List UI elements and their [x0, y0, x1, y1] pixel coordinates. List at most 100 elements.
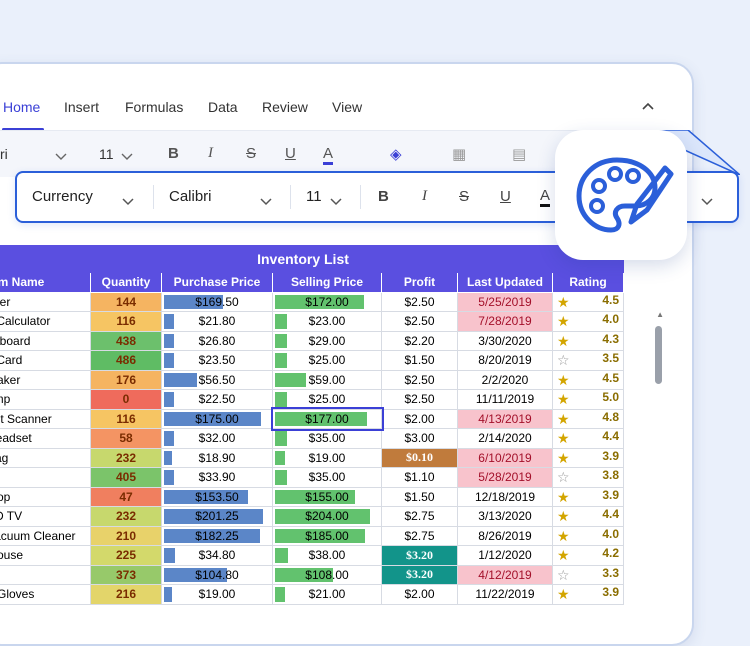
merge-cells-icon[interactable]: ▤	[512, 145, 526, 163]
cell-purchase-price[interactable]: $22.50	[161, 389, 273, 410]
font-name-dropdown[interactable]: ri	[0, 146, 8, 162]
cell-selling-price[interactable]: $21.00	[272, 584, 382, 605]
cell-quantity[interactable]: 116	[90, 311, 162, 332]
cell-quantity[interactable]: 216	[90, 584, 162, 605]
cell-quantity[interactable]: 58	[90, 428, 162, 449]
tab-formulas[interactable]: Formulas	[125, 99, 183, 115]
cell-selling-price[interactable]: $204.00	[272, 506, 382, 527]
cell-quantity[interactable]: 486	[90, 350, 162, 371]
cell-purchase-price[interactable]: $201.25	[161, 506, 273, 527]
chevron-down-icon[interactable]	[55, 148, 67, 166]
strikethrough-icon[interactable]: S	[246, 145, 256, 162]
cell-quantity[interactable]: 232	[90, 447, 162, 468]
cell-item-name[interactable]: Mop	[0, 486, 91, 507]
cell-rating[interactable]: ★ 4.0	[552, 525, 624, 546]
tab-review[interactable]: Review	[262, 99, 308, 115]
cell-quantity[interactable]: 225	[90, 545, 162, 566]
cell-item-name[interactable]: Maker	[0, 369, 91, 390]
cell-purchase-price[interactable]: $32.00	[161, 428, 273, 449]
cell-quantity[interactable]: 232	[90, 506, 162, 527]
cell-purchase-price[interactable]: $104.80	[161, 564, 273, 585]
cell-rating[interactable]: ★ 5.0	[552, 389, 624, 410]
cell-quantity[interactable]: 176	[90, 369, 162, 390]
cell-purchase-price[interactable]: $33.90	[161, 467, 273, 488]
cell-profit[interactable]: $2.00	[381, 408, 458, 429]
cell-profit[interactable]: $2.50	[381, 389, 458, 410]
cell-selling-price[interactable]: $25.00	[272, 350, 382, 371]
cell-rating[interactable]: ★ 4.8	[552, 408, 624, 429]
cell-last-updated[interactable]: 1/12/2020	[457, 545, 553, 566]
font-name-dropdown[interactable]: Calibri	[169, 188, 212, 205]
cell-rating[interactable]: ★ 4.5	[552, 291, 624, 312]
cell-item-name[interactable]: Mouse	[0, 545, 91, 566]
cell-last-updated[interactable]: 5/25/2019	[457, 291, 553, 312]
cell-purchase-price[interactable]: $19.00	[161, 584, 273, 605]
strikethrough-icon[interactable]: S	[459, 188, 469, 205]
borders-icon[interactable]: ▦	[452, 145, 466, 163]
cell-profit[interactable]: $1.50	[381, 486, 458, 507]
cell-item-name[interactable]: Vacuum Cleaner	[0, 525, 91, 546]
cell-profit[interactable]: $2.50	[381, 369, 458, 390]
chevron-down-icon[interactable]	[330, 193, 342, 211]
cell-last-updated[interactable]: 6/10/2019	[457, 447, 553, 468]
cell-item-name[interactable]: y Card	[0, 350, 91, 371]
cell-profit[interactable]: $2.50	[381, 291, 458, 312]
cell-selling-price[interactable]: $19.00	[272, 447, 382, 468]
italic-icon[interactable]: I	[422, 188, 427, 205]
cell-selling-price[interactable]: $29.00	[272, 330, 382, 351]
cell-last-updated[interactable]: 3/30/2020	[457, 330, 553, 351]
cell-selling-price[interactable]: $35.00	[272, 467, 382, 488]
cell-last-updated[interactable]: 5/28/2019	[457, 467, 553, 488]
font-color-icon[interactable]: A	[323, 145, 334, 165]
cell-item-name[interactable]: Headset	[0, 428, 91, 449]
scroll-up-icon[interactable]: ▲	[656, 310, 664, 319]
cell-last-updated[interactable]: 8/20/2019	[457, 350, 553, 371]
cell-purchase-price[interactable]: $21.80	[161, 311, 273, 332]
cell-profit[interactable]: $3.00	[381, 428, 458, 449]
cell-selling-price[interactable]: $38.00	[272, 545, 382, 566]
cell-item-name[interactable]: amp	[0, 389, 91, 410]
cell-item-name[interactable]: c Calculator	[0, 311, 91, 332]
chevron-down-icon[interactable]	[122, 193, 134, 211]
cell-item-name[interactable]: inter	[0, 291, 91, 312]
cell-quantity[interactable]: 116	[90, 408, 162, 429]
cell-quantity[interactable]: 210	[90, 525, 162, 546]
cell-rating[interactable]: ★ 4.0	[552, 311, 624, 332]
italic-icon[interactable]: I	[208, 145, 213, 162]
cell-last-updated[interactable]: 2/2/2020	[457, 369, 553, 390]
cell-rating[interactable]: ★ 3.9	[552, 584, 624, 605]
cell-last-updated[interactable]: 2/14/2020	[457, 428, 553, 449]
chevron-down-icon[interactable]	[701, 193, 713, 211]
cell-purchase-price[interactable]: $23.50	[161, 350, 273, 371]
cell-profit[interactable]: $2.75	[381, 506, 458, 527]
bold-icon[interactable]: B	[378, 188, 389, 205]
chevron-down-icon[interactable]	[260, 193, 272, 211]
cell-profit[interactable]: $2.00	[381, 584, 458, 605]
cell-selling-price[interactable]: $177.00	[270, 407, 384, 431]
cell-quantity[interactable]: 405	[90, 467, 162, 488]
vertical-scrollbar[interactable]	[655, 326, 662, 384]
cell-purchase-price[interactable]: $56.50	[161, 369, 273, 390]
cell-last-updated[interactable]: 3/13/2020	[457, 506, 553, 527]
cell-rating[interactable]: ★ 3.9	[552, 447, 624, 468]
cell-rating[interactable]: ☆ 3.8	[552, 467, 624, 488]
cell-rating[interactable]: ★ 4.4	[552, 428, 624, 449]
cell-item-name[interactable]: g Gloves	[0, 584, 91, 605]
cell-quantity[interactable]: 0	[90, 389, 162, 410]
cell-rating[interactable]: ★ 4.4	[552, 506, 624, 527]
cell-last-updated[interactable]: 7/28/2019	[457, 311, 553, 332]
font-color-icon[interactable]: A	[540, 188, 551, 207]
cell-purchase-price[interactable]: $34.80	[161, 545, 273, 566]
cell-last-updated[interactable]: 4/12/2019	[457, 564, 553, 585]
cell-profit[interactable]: $2.75	[381, 525, 458, 546]
collapse-ribbon-icon[interactable]	[641, 98, 655, 114]
cell-purchase-price[interactable]: $18.90	[161, 447, 273, 468]
cell-item-name[interactable]: Bag	[0, 447, 91, 468]
cell-rating[interactable]: ☆ 3.5	[552, 350, 624, 371]
tab-data[interactable]: Data	[208, 99, 238, 115]
spreadsheet-grid[interactable]: Inventory List tem Name Quantity Purchas…	[0, 234, 634, 644]
cell-selling-price[interactable]: $35.00	[272, 428, 382, 449]
cell-rating[interactable]: ★ 3.9	[552, 486, 624, 507]
cell-item-name[interactable]: an	[0, 467, 91, 488]
cell-item-name[interactable]: eyboard	[0, 330, 91, 351]
